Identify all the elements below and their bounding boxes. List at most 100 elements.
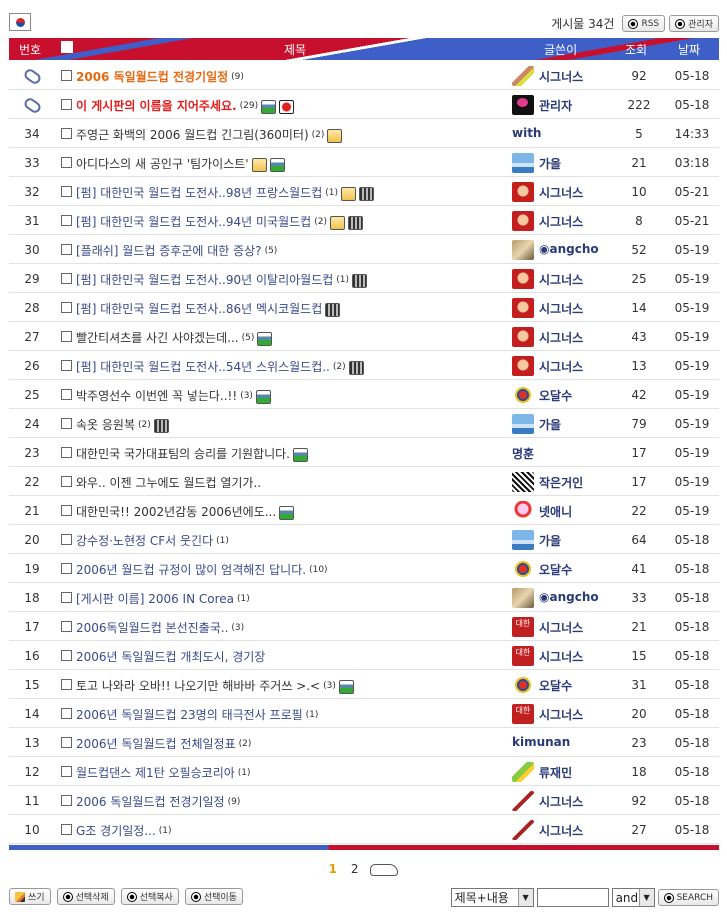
post-title-link[interactable]: 이 게시판의 이름을 지어주세요. — [76, 97, 237, 114]
select-all-checkbox[interactable] — [61, 41, 73, 53]
author-name[interactable]: 시그너스 — [539, 706, 583, 723]
author-avatar[interactable] — [512, 675, 534, 695]
row-checkbox[interactable] — [61, 476, 72, 487]
author-avatar[interactable] — [512, 66, 534, 86]
author-avatar[interactable] — [512, 472, 534, 492]
row-checkbox[interactable] — [61, 157, 72, 168]
author-avatar[interactable] — [512, 559, 534, 579]
post-title-link[interactable]: 2006년 월드컵 규정이 많이 엄격해진 답니다. — [76, 561, 306, 578]
author-avatar[interactable] — [512, 501, 534, 521]
post-title-link[interactable]: [플래쉬] 월드컵 증후군에 대한 증상? — [76, 242, 262, 259]
row-checkbox[interactable] — [61, 99, 72, 110]
author-avatar[interactable] — [512, 414, 534, 434]
author-avatar[interactable] — [512, 356, 534, 376]
row-checkbox[interactable] — [61, 766, 72, 777]
search-field-select[interactable]: 제목+내용 ▼ — [450, 888, 534, 907]
rss-button[interactable]: RSS — [622, 15, 666, 32]
author-name[interactable]: 관리자 — [539, 97, 572, 114]
author-name[interactable]: 시그너스 — [539, 213, 583, 230]
post-title-link[interactable]: 대한민국!! 2002년감동 2006년에도... — [76, 503, 276, 520]
author-name[interactable]: 시그너스 — [539, 68, 583, 85]
author-name[interactable]: 명훈 — [512, 445, 534, 462]
row-checkbox[interactable] — [61, 592, 72, 603]
search-button[interactable]: SEARCH — [657, 889, 719, 906]
post-title-link[interactable]: [펌] 대한민국 월드컵 도전사..86년 멕시코월드컵 — [76, 300, 322, 317]
author-name[interactable]: 시그너스 — [539, 648, 583, 665]
author-avatar[interactable] — [512, 327, 534, 347]
author-avatar[interactable] — [512, 385, 534, 405]
row-checkbox[interactable] — [61, 563, 72, 574]
post-title-link[interactable]: 월드컵댄스 제1탄 오필승코리아 — [76, 764, 235, 781]
row-checkbox[interactable] — [61, 824, 72, 835]
row-checkbox[interactable] — [61, 302, 72, 313]
row-checkbox[interactable] — [61, 331, 72, 342]
author-name[interactable]: 가을 — [539, 155, 561, 172]
admin-button[interactable]: 관리자 — [669, 15, 719, 32]
author-avatar[interactable] — [512, 95, 534, 115]
row-checkbox[interactable] — [61, 244, 72, 255]
next-page-icon[interactable] — [370, 863, 399, 876]
author-name[interactable]: 오달수 — [539, 677, 572, 694]
author-name[interactable]: 오달수 — [539, 387, 572, 404]
post-title-link[interactable]: 주영근 화백의 2006 월드컵 긴그림(360미터) — [76, 126, 309, 143]
author-name[interactable]: 시그너스 — [539, 271, 583, 288]
row-checkbox[interactable] — [61, 360, 72, 371]
author-avatar[interactable] — [512, 269, 534, 289]
post-title-link[interactable]: 2006독일월드컵 본선진출국.. — [76, 619, 228, 636]
search-operator-select[interactable]: and ▼ — [611, 888, 655, 907]
author-name[interactable]: 가을 — [539, 416, 561, 433]
post-title-link[interactable]: 박주영선수 이번엔 꼭 넣는다..!! — [76, 387, 237, 404]
post-title-link[interactable]: G조 경기일정... — [76, 822, 156, 839]
post-title-link[interactable]: [게시판 이름] 2006 IN Corea — [76, 590, 234, 607]
post-title-link[interactable]: [펌] 대한민국 월드컵 도전사..54년 스위스월드컵.. — [76, 358, 330, 375]
author-avatar[interactable] — [512, 820, 534, 840]
author-avatar[interactable] — [512, 588, 534, 608]
row-checkbox[interactable] — [61, 679, 72, 690]
row-checkbox[interactable] — [61, 737, 72, 748]
row-checkbox[interactable] — [61, 389, 72, 400]
author-name[interactable]: 시그너스 — [539, 619, 583, 636]
page-current[interactable]: 1 — [329, 862, 337, 876]
author-name[interactable]: 시그너스 — [539, 184, 583, 201]
author-avatar[interactable] — [512, 617, 534, 637]
column-date[interactable]: 날짜 — [678, 41, 700, 58]
post-title-link[interactable]: 와우.. 이젠 그누에도 월드컵 열기가.. — [76, 474, 261, 491]
row-checkbox[interactable] — [61, 505, 72, 516]
author-name[interactable]: with — [512, 126, 541, 140]
row-checkbox[interactable] — [61, 795, 72, 806]
author-name[interactable]: ◉angcho — [539, 590, 599, 604]
author-avatar[interactable] — [512, 153, 534, 173]
author-avatar[interactable] — [512, 211, 534, 231]
page-link[interactable]: 2 — [351, 862, 359, 876]
copy-selected-button[interactable]: 선택복사 — [120, 888, 179, 905]
author-name[interactable]: 가을 — [539, 532, 561, 549]
post-title-link[interactable]: 2006년 독일월드컵 전체일정표 — [76, 735, 236, 752]
author-avatar[interactable] — [512, 530, 534, 550]
column-author[interactable]: 글쓴이 — [544, 41, 577, 58]
author-name[interactable]: 시그너스 — [539, 329, 583, 346]
author-name[interactable]: ◉angcho — [539, 242, 599, 256]
write-button[interactable]: 쓰기 — [9, 888, 51, 905]
row-checkbox[interactable] — [61, 273, 72, 284]
row-checkbox[interactable] — [61, 215, 72, 226]
post-title-link[interactable]: [펌] 대한민국 월드컵 도전사..90년 이탈리아월드컵 — [76, 271, 333, 288]
row-checkbox[interactable] — [61, 447, 72, 458]
row-checkbox[interactable] — [61, 418, 72, 429]
author-avatar[interactable] — [512, 240, 534, 260]
delete-selected-button[interactable]: 선택삭제 — [56, 888, 115, 905]
post-title-link[interactable]: 강수정·노현정 CF서 웃긴다 — [76, 532, 213, 549]
author-name[interactable]: 오달수 — [539, 561, 572, 578]
post-title-link[interactable]: 2006년 독일월드컵 개최도시, 경기장 — [76, 648, 265, 665]
row-checkbox[interactable] — [61, 186, 72, 197]
move-selected-button[interactable]: 선택이동 — [184, 888, 243, 905]
author-name[interactable]: 시그너스 — [539, 822, 583, 839]
row-checkbox[interactable] — [61, 128, 72, 139]
author-name[interactable]: 시그너스 — [539, 300, 583, 317]
author-name[interactable]: 시그너스 — [539, 793, 583, 810]
row-checkbox[interactable] — [61, 621, 72, 632]
column-subject[interactable]: 제목 — [284, 41, 306, 58]
author-avatar[interactable] — [512, 298, 534, 318]
post-title-link[interactable]: 속옷 응원복 — [76, 416, 135, 433]
post-title-link[interactable]: 2006년 독일월드컵 23명의 태극전사 프로필 — [76, 706, 303, 723]
author-name[interactable]: 류재민 — [539, 764, 572, 781]
